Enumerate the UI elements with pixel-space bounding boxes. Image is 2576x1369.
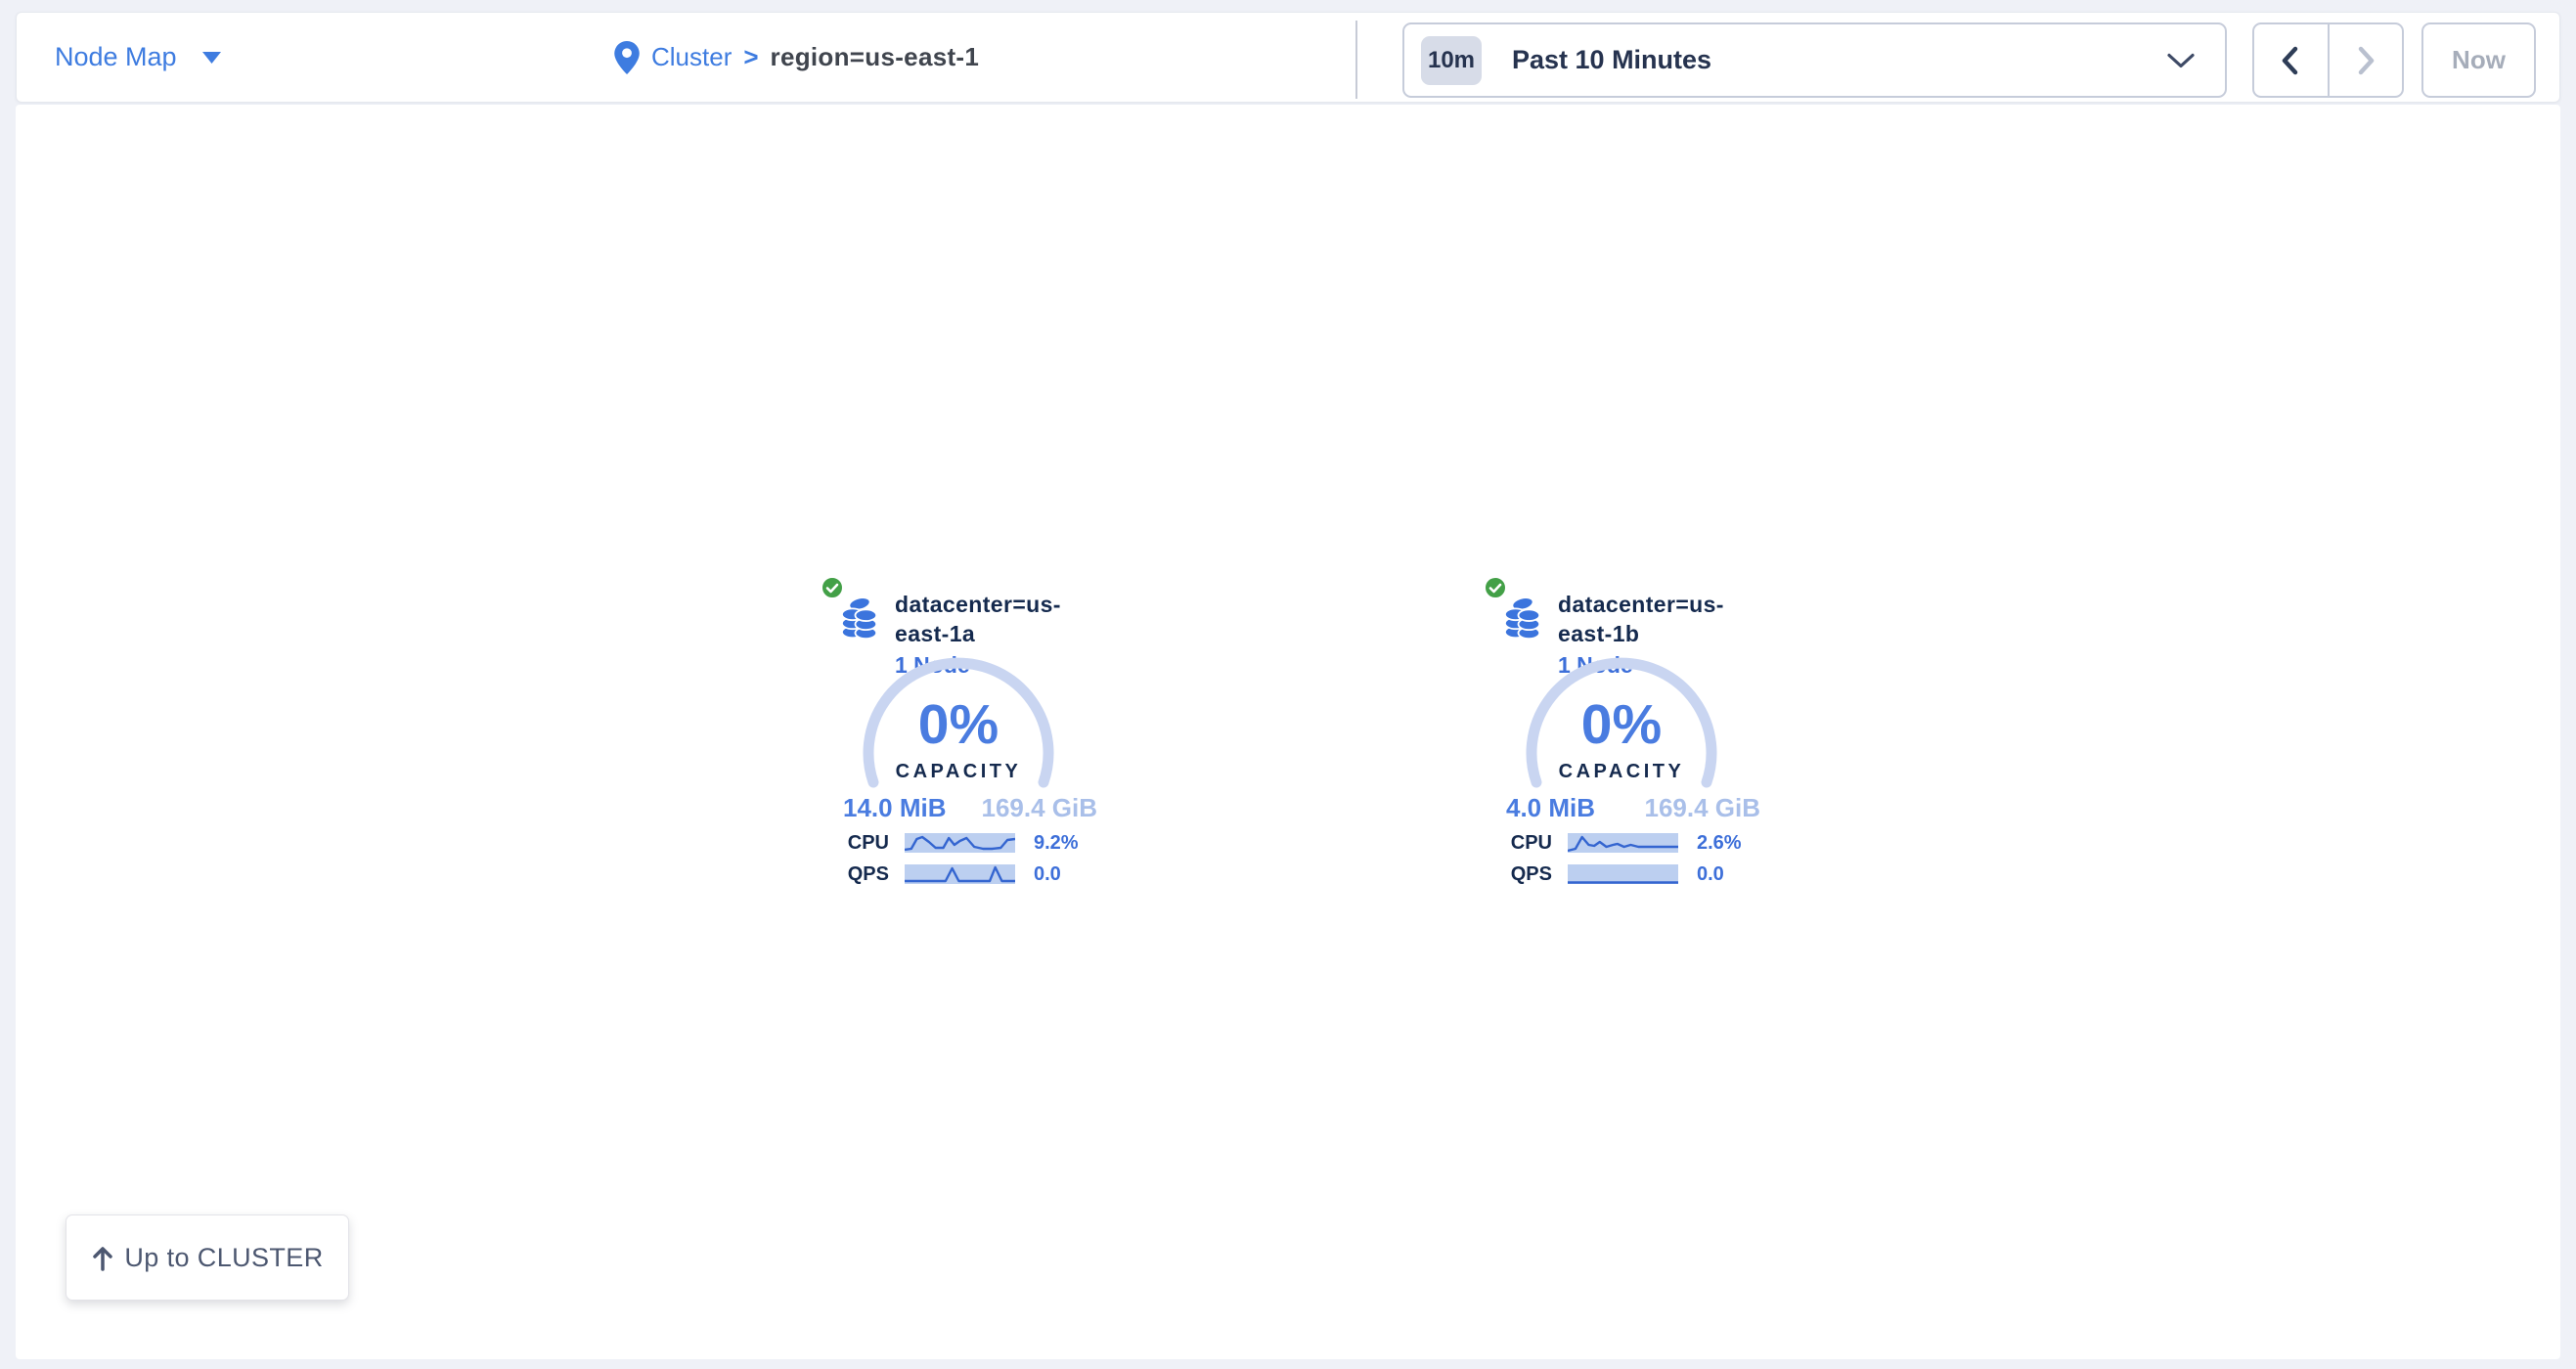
metric-value: 0.0 [1034, 863, 1061, 886]
capacity-total: 169.4 GiB [981, 793, 1097, 823]
database-stack-icon [1504, 595, 1541, 640]
arrow-up-icon [91, 1244, 114, 1271]
metric-label: CPU [844, 832, 889, 855]
cpu-sparkline [1568, 833, 1678, 853]
metric-label: CPU [1507, 832, 1552, 855]
top-bar: Node Map Cluster > region=us-east-1 10m … [16, 12, 2560, 103]
breadcrumb: Cluster > region=us-east-1 [614, 13, 979, 102]
now-button[interactable]: Now [2421, 22, 2536, 98]
capacity-label: CAPACITY [851, 761, 1066, 783]
datacenter-title: datacenter=us-east-1b [1558, 590, 1765, 648]
metric-label: QPS [844, 863, 889, 886]
map-pin-icon [614, 41, 640, 74]
metric-value: 2.6% [1697, 832, 1742, 855]
capacity-used: 14.0 MiB [843, 793, 947, 823]
breadcrumb-current: region=us-east-1 [771, 42, 980, 72]
capacity-gauge: 0% CAPACITY [1514, 645, 1729, 861]
time-range-select[interactable]: 10m Past 10 Minutes [1402, 22, 2227, 98]
time-range-label: Past 10 Minutes [1512, 45, 1711, 75]
datacenter-card[interactable]: datacenter=us-east-1a 1 Node 0% CAPACITY… [819, 572, 1102, 895]
datacenter-card[interactable]: datacenter=us-east-1b 1 Node 0% CAPACITY… [1482, 572, 1765, 895]
chevron-right-icon [2351, 44, 2380, 77]
capacity-usage: 4.0 MiB 169.4 GiB [1482, 793, 1765, 826]
capacity-percent: 0% [1514, 692, 1729, 757]
breadcrumb-separator: > [743, 42, 758, 72]
capacity-gauge: 0% CAPACITY [851, 645, 1066, 861]
metric-row-qps: QPS 0.0 [819, 863, 1102, 885]
time-range-badge: 10m [1421, 36, 1482, 85]
metric-value: 0.0 [1697, 863, 1724, 886]
capacity-total: 169.4 GiB [1644, 793, 1760, 823]
capacity-usage: 14.0 MiB 169.4 GiB [819, 793, 1102, 826]
check-circle-icon [1484, 576, 1507, 599]
datacenter-title: datacenter=us-east-1a [895, 590, 1102, 648]
up-to-cluster-button[interactable]: Up to CLUSTER [66, 1214, 349, 1301]
node-map-canvas: datacenter=us-east-1a 1 Node 0% CAPACITY… [16, 105, 2560, 1359]
metric-label: QPS [1507, 863, 1552, 886]
view-selector[interactable]: Node Map [55, 13, 221, 102]
time-next-button[interactable] [2330, 24, 2403, 96]
cpu-sparkline [905, 833, 1015, 853]
check-circle-icon [821, 576, 844, 599]
chevron-down-icon [2166, 52, 2196, 68]
time-prev-button[interactable] [2254, 24, 2330, 96]
time-nav-group [2252, 22, 2404, 98]
qps-sparkline [905, 864, 1015, 884]
caret-down-icon [202, 52, 221, 64]
capacity-used: 4.0 MiB [1506, 793, 1595, 823]
node-map-page: Node Map Cluster > region=us-east-1 10m … [0, 0, 2576, 1369]
view-selector-label: Node Map [55, 42, 177, 72]
header-divider [1355, 21, 1357, 99]
metric-value: 9.2% [1034, 832, 1079, 855]
chevron-left-icon [2276, 44, 2305, 77]
capacity-label: CAPACITY [1514, 761, 1729, 783]
metric-row-qps: QPS 0.0 [1482, 863, 1765, 885]
database-stack-icon [841, 595, 878, 640]
breadcrumb-cluster-link[interactable]: Cluster [651, 42, 732, 72]
capacity-percent: 0% [851, 692, 1066, 757]
up-to-cluster-label: Up to CLUSTER [124, 1243, 323, 1273]
metric-row-cpu: CPU 9.2% [819, 832, 1102, 854]
qps-sparkline [1568, 864, 1678, 884]
metric-row-cpu: CPU 2.6% [1482, 832, 1765, 854]
